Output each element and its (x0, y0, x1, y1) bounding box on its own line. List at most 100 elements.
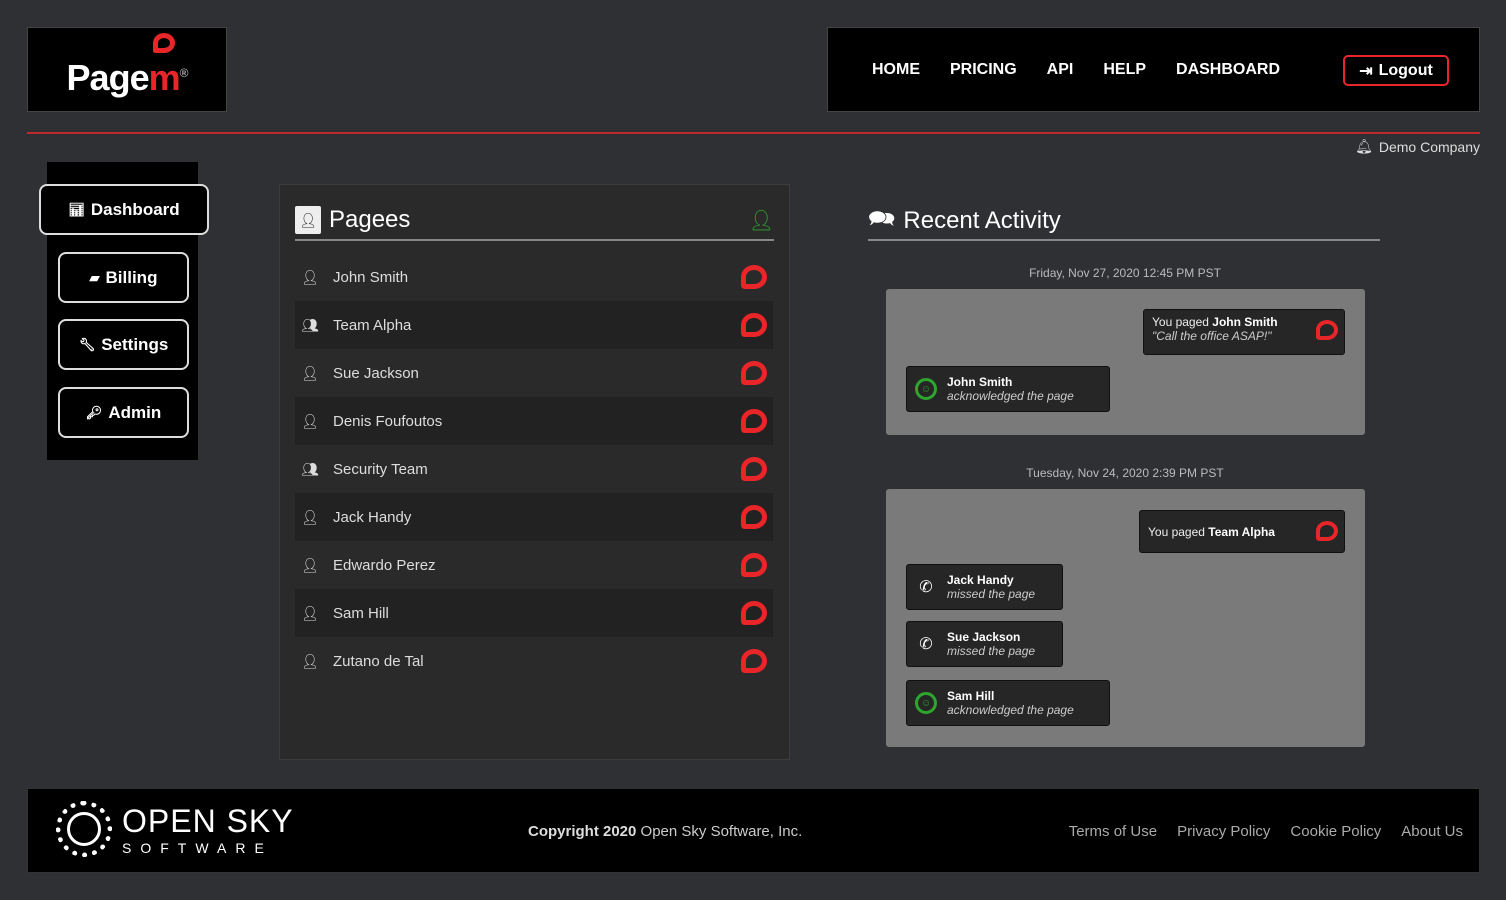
pagem-logo[interactable]: Page m® (27, 27, 227, 112)
logo-text-accent: m (148, 56, 181, 98)
add-pagee-icon[interactable]: 👤︎ (749, 208, 774, 233)
responder-name: Sue Jackson (947, 630, 1021, 644)
logout-label: Logout (1378, 61, 1433, 79)
nav-help[interactable]: HELP (1103, 61, 1146, 79)
logout-icon: ⇥ (1359, 62, 1373, 80)
logout-button[interactable]: ⇥ Logout (1343, 55, 1449, 86)
sidebar-label: Billing (105, 267, 158, 287)
user-icon: 👤︎ (301, 364, 319, 381)
pagee-row[interactable]: 👤︎ Sam Hill (295, 589, 773, 637)
response-status: missed the page (947, 587, 1036, 601)
sidebar-label: Dashboard (90, 199, 180, 219)
recent-activity-title: Recent Activity (903, 207, 1061, 234)
paged-prefix: You paged (1152, 315, 1209, 329)
footer-link-privacy[interactable]: Privacy Policy (1177, 823, 1270, 840)
activity-date: Tuesday, Nov 24, 2020 2:39 PM PST (1026, 466, 1224, 480)
copyright: Copyright 2020 Open Sky Software, Inc. (528, 823, 802, 840)
company-name: Demo Company (1378, 138, 1480, 155)
activity-group: You paged John Smith "Call the office AS… (886, 289, 1365, 435)
response-status: acknowledged the page (947, 703, 1074, 717)
sidebar-item-billing[interactable]: ▰ Billing (58, 252, 189, 303)
paged-target: John Smith (1212, 315, 1278, 329)
response-item: ☺ John Smith acknowledged the page (906, 366, 1110, 412)
response-item: ☺ Sam Hill acknowledged the page (906, 680, 1110, 726)
sidebar-item-settings[interactable]: 🔧︎ Settings (58, 319, 189, 370)
bubble-icon (152, 32, 175, 53)
contacts-icon: 👤︎ (295, 206, 321, 234)
user-icon: 👤︎ (301, 508, 319, 525)
footer-link-cookie[interactable]: Cookie Policy (1290, 823, 1381, 840)
pagee-row[interactable]: 👤︎ Sue Jackson (295, 349, 773, 397)
responder-name: Sam Hill (947, 689, 995, 703)
user-icon: 👤︎ (301, 268, 319, 285)
sent-page-message: You paged John Smith "Call the office AS… (1143, 309, 1345, 355)
send-page-icon[interactable] (741, 313, 767, 337)
nav-pricing[interactable]: PRICING (950, 61, 1017, 79)
sidebar-item-admin[interactable]: 🔑︎ Admin (58, 387, 189, 438)
pagee-name: Security Team (333, 460, 428, 478)
responder-name: Jack Handy (947, 573, 1014, 587)
nav-api[interactable]: API (1047, 61, 1074, 79)
activity-date: Friday, Nov 27, 2020 12:45 PM PST (1029, 266, 1221, 280)
response-status: missed the page (947, 644, 1036, 658)
send-page-icon[interactable] (741, 457, 767, 481)
logo-text: Page (66, 56, 150, 98)
footer: OPEN SKY SOFTWARE Copyright 2020 Open Sky… (27, 788, 1480, 873)
pagee-row[interactable]: 👤︎ Jack Handy (295, 493, 773, 541)
top-nav: HOME PRICING API HELP DASHBOARD ⇥ Logout (827, 27, 1480, 112)
pagee-name: Sue Jackson (333, 364, 419, 382)
pagee-name: Sam Hill (333, 604, 389, 622)
pagee-row[interactable]: 👤︎ John Smith (295, 253, 773, 301)
sidebar-label: Admin (108, 402, 162, 422)
response-item: ✆ Sue Jackson missed the page (906, 621, 1063, 667)
missed-call-icon: ✆ (919, 579, 933, 596)
send-page-icon[interactable] (741, 553, 767, 577)
send-page-icon[interactable] (741, 505, 767, 529)
pagee-name: Zutano de Tal (333, 652, 424, 670)
pagee-name: Jack Handy (333, 508, 412, 526)
pagee-row[interactable]: 👤︎ Zutano de Tal (295, 637, 773, 685)
nav-home[interactable]: HOME (872, 61, 920, 79)
send-page-icon[interactable] (741, 409, 767, 433)
wallet-icon: ▰ (89, 269, 100, 285)
footer-link-terms[interactable]: Terms of Use (1069, 823, 1157, 840)
open-sky-logo[interactable]: OPEN SKY SOFTWARE (56, 801, 294, 857)
send-page-icon[interactable] (741, 265, 767, 289)
sidebar-label: Settings (101, 334, 169, 354)
user-icon: 👤︎ (301, 604, 319, 621)
sidebar-item-dashboard[interactable]: 📊︎ Dashboard (39, 184, 209, 235)
paged-prefix: You paged (1148, 524, 1205, 539)
pagee-row[interactable]: 👥︎ Team Alpha (295, 301, 773, 349)
pagees-panel: 👤︎ Pagees 👤︎ 👤︎ John Smith 👥︎ Team Alpha 👤︎ S… (279, 184, 790, 760)
copyright-year: Copyright 2020 (528, 823, 637, 840)
pagee-row[interactable]: 👤︎ Denis Foufoutos (295, 397, 773, 445)
pagees-header: 👤︎ Pagees 👤︎ (295, 201, 774, 241)
user-icon: 👤︎ (301, 556, 319, 573)
user-icon: 👤︎ (301, 652, 319, 669)
footer-link-about[interactable]: About Us (1401, 823, 1463, 840)
account-menu[interactable]: 🔔︎ Demo Company (1355, 138, 1480, 155)
send-page-icon[interactable] (741, 601, 767, 625)
brand-line1: OPEN SKY (122, 802, 294, 839)
pagee-row[interactable]: 👤︎ Edwardo Perez (295, 541, 773, 589)
nav-dashboard[interactable]: DASHBOARD (1176, 61, 1280, 79)
pagem-bubble-icon (1316, 521, 1338, 541)
pagee-name: Team Alpha (333, 316, 412, 334)
missed-call-icon: ✆ (919, 636, 933, 653)
activity-group: You paged Team Alpha ✆ Jack Handy missed t… (886, 489, 1365, 747)
chart-icon: 📊︎ (68, 201, 85, 217)
pagee-name: John Smith (333, 268, 409, 286)
recent-activity-header: 🗪︎ Recent Activity (868, 203, 1380, 241)
copyright-company[interactable]: Open Sky Software, Inc. (641, 823, 803, 840)
send-page-icon[interactable] (741, 361, 767, 385)
bell-icon: 🔔︎ (1355, 138, 1373, 154)
user-icon: 👤︎ (301, 412, 319, 429)
sun-icon (56, 801, 112, 857)
responder-name: John Smith (947, 375, 1013, 389)
pagee-row[interactable]: 👥︎ Security Team (295, 445, 773, 493)
send-page-icon[interactable] (741, 649, 767, 673)
brand-line2: SOFTWARE (122, 839, 273, 856)
chat-icon: 🗪︎ (868, 206, 896, 231)
pagee-name: Denis Foufoutos (333, 412, 443, 430)
group-icon: 👥︎ (301, 316, 319, 333)
